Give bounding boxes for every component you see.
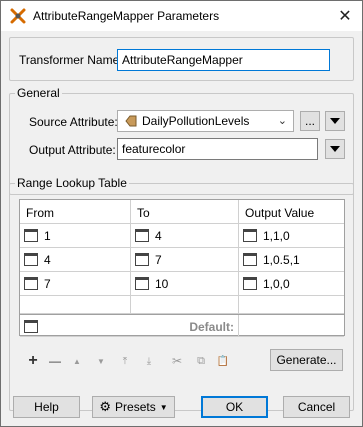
chevron-down-icon: ⌄: [277, 115, 287, 127]
title-bar: AttributeRangeMapper Parameters ✕: [1, 1, 362, 31]
dialog-window: AttributeRangeMapper Parameters ✕ Transf…: [0, 0, 363, 427]
table-header-row: From To Output Value: [20, 200, 344, 224]
output-attribute-menu-button[interactable]: [325, 139, 345, 159]
output-attribute-input[interactable]: featurecolor: [117, 138, 318, 160]
cell-output[interactable]: 1,0.5,1: [239, 248, 344, 272]
cell-to-value: 7: [155, 253, 162, 267]
source-attribute-dropdown[interactable]: DailyPollutionLevels ⌄: [117, 110, 294, 132]
add-row-icon[interactable]: +: [25, 352, 41, 369]
cell-from[interactable]: 7: [20, 272, 131, 296]
cut-icon[interactable]: ✂: [169, 353, 185, 369]
presets-label: Presets: [115, 400, 156, 414]
dialog-content: Transformer Name: AttributeRangeMapper G…: [1, 31, 362, 426]
source-attribute-menu-button[interactable]: [325, 111, 345, 131]
move-down-icon[interactable]: ▼: [93, 353, 109, 369]
cell-from-value: 1: [44, 229, 51, 243]
table-row[interactable]: 1 4 1,1,0: [20, 224, 344, 248]
gear-icon: ⚙: [99, 399, 112, 414]
cell-from[interactable]: 4: [20, 248, 131, 272]
table-row[interactable]: 7 10 1,0,0: [20, 272, 344, 296]
text-value-icon: [243, 277, 257, 290]
text-value-icon: [135, 277, 149, 290]
triangle-down-icon: [330, 146, 340, 152]
close-icon[interactable]: ✕: [334, 5, 356, 27]
column-header-from: From: [20, 200, 131, 224]
move-up-icon[interactable]: ▲: [69, 353, 85, 369]
window-title: AttributeRangeMapper Parameters: [33, 9, 220, 23]
source-attribute-more-button[interactable]: ...: [300, 111, 320, 131]
text-value-icon: [135, 229, 149, 242]
help-button[interactable]: Help: [13, 396, 80, 418]
caret-down-icon: ▼: [159, 402, 168, 412]
attribute-icon: [125, 115, 137, 127]
cell-output-value: 1,0,0: [263, 277, 290, 291]
table-row[interactable]: 4 7 1,0.5,1: [20, 248, 344, 272]
move-to-top-icon[interactable]: ⤒: [117, 353, 133, 369]
ok-button[interactable]: OK: [201, 396, 268, 418]
cell-to[interactable]: 10: [131, 272, 239, 296]
cell-empty[interactable]: [20, 296, 131, 314]
table-toolbar: + — ▲ ▼ ⤒ ⤓ ✂ ⧉ 📋: [25, 352, 229, 369]
fme-app-icon: [10, 8, 26, 24]
text-value-icon: [135, 253, 149, 266]
table-default-row[interactable]: Default:: [20, 314, 344, 337]
generate-button[interactable]: Generate...: [270, 349, 343, 371]
triangle-down-icon: [330, 118, 340, 124]
text-value-icon: [24, 277, 38, 290]
range-lookup-legend: Range Lookup Table: [15, 176, 129, 190]
cell-to-value: 4: [155, 229, 162, 243]
presets-button[interactable]: ⚙ Presets ▼: [92, 396, 175, 418]
column-header-to: To: [131, 200, 239, 224]
transformer-name-input[interactable]: AttributeRangeMapper: [117, 49, 330, 71]
paste-icon[interactable]: 📋: [215, 353, 231, 369]
cell-output-value: 1,1,0: [263, 229, 290, 243]
default-label-cell: Default:: [20, 315, 239, 337]
text-value-icon: [243, 253, 257, 266]
text-value-icon: [243, 229, 257, 242]
cell-empty[interactable]: [239, 296, 344, 314]
text-value-icon: [24, 320, 38, 333]
cell-from-value: 7: [44, 277, 51, 291]
table-row-empty[interactable]: [20, 296, 344, 314]
cell-from[interactable]: 1: [20, 224, 131, 248]
copy-icon[interactable]: ⧉: [193, 353, 209, 369]
cell-to[interactable]: 4: [131, 224, 239, 248]
source-attribute-label: Source Attribute:: [29, 115, 118, 129]
move-to-bottom-icon[interactable]: ⤓: [141, 353, 157, 369]
cell-output[interactable]: 1,0,0: [239, 272, 344, 296]
cell-to-value: 10: [155, 277, 169, 291]
cell-to[interactable]: 7: [131, 248, 239, 272]
text-value-icon: [24, 253, 38, 266]
cell-output-value: 1,0.5,1: [263, 253, 300, 267]
default-value-cell[interactable]: [239, 315, 344, 337]
source-attribute-value: DailyPollutionLevels: [142, 114, 250, 128]
cancel-button[interactable]: Cancel: [283, 396, 350, 418]
cell-from-value: 4: [44, 253, 51, 267]
cell-empty[interactable]: [131, 296, 239, 314]
column-header-output: Output Value: [239, 200, 344, 224]
default-label: Default:: [189, 320, 234, 334]
text-value-icon: [24, 229, 38, 242]
range-lookup-table: From To Output Value 1 4 1,1,0 4 7 1,0.5…: [19, 199, 345, 337]
output-attribute-label: Output Attribute:: [29, 143, 116, 157]
general-legend: General: [15, 86, 62, 100]
cell-output[interactable]: 1,1,0: [239, 224, 344, 248]
remove-row-icon[interactable]: —: [47, 353, 63, 369]
transformer-name-label: Transformer Name:: [19, 53, 123, 67]
